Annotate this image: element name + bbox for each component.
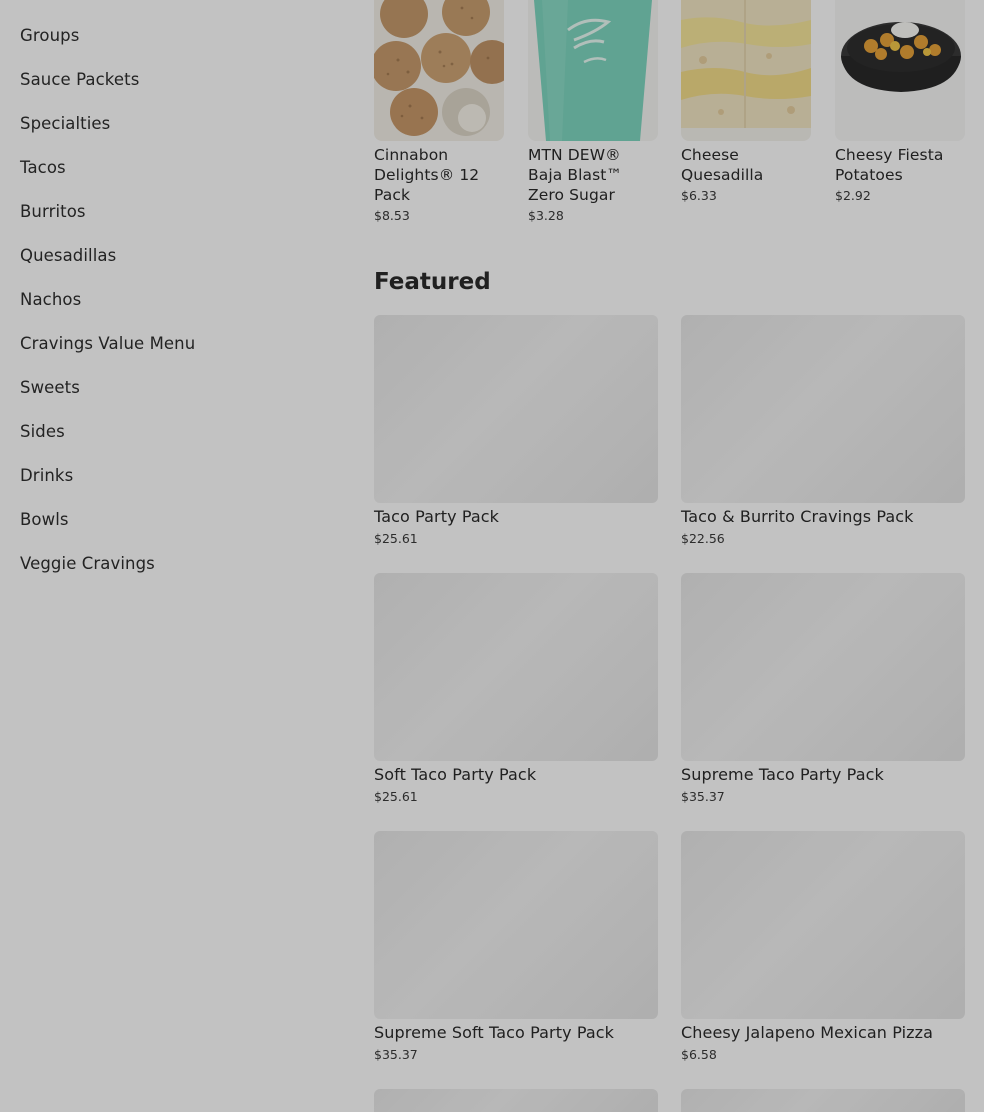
product-image-placeholder[interactable] — [374, 315, 658, 503]
product-image-placeholder[interactable] — [681, 315, 965, 503]
product-name[interactable]: Cheese Quesadilla — [681, 145, 811, 185]
product-card[interactable]: MTN DEW® Baja Blast™ Zero Sugar $3.28 — [528, 0, 658, 224]
product-card[interactable]: Cinnabon Delights® 12 Pack $8.53 — [374, 0, 504, 224]
product-name[interactable]: MTN DEW® Baja Blast™ Zero Sugar — [528, 145, 658, 205]
product-name[interactable]: Soft Taco Party Pack — [374, 765, 658, 785]
product-name[interactable]: Cheesy Fiesta Potatoes — [835, 145, 965, 185]
featured-card[interactable]: Taco Party Pack $25.61 — [374, 315, 658, 547]
product-price: $25.61 — [374, 531, 418, 546]
product-name[interactable]: Taco Party Pack — [374, 507, 658, 527]
sidebar-item-quesadillas[interactable]: Quesadillas — [20, 244, 320, 288]
product-price: $25.61 — [374, 789, 418, 804]
sidebar-item-veggie-cravings[interactable]: Veggie Cravings — [20, 552, 320, 596]
baja-blast-cup-image[interactable] — [528, 0, 658, 141]
featured-card[interactable]: Soft Taco Party Pack $25.61 — [374, 573, 658, 805]
sidebar-item-tacos[interactable]: Tacos — [20, 156, 320, 200]
cinnabon-delights-image[interactable] — [374, 0, 504, 141]
product-name[interactable]: Supreme Taco Party Pack — [681, 765, 965, 785]
product-price: $3.28 — [528, 208, 564, 223]
product-price: $35.37 — [681, 789, 725, 804]
product-price: $22.56 — [681, 531, 725, 546]
sidebar-item-nachos[interactable]: Nachos — [20, 288, 320, 332]
featured-card[interactable]: Supreme Taco Party Pack $35.37 — [681, 573, 965, 805]
product-card[interactable]: Cheesy Fiesta Potatoes $2.92 — [835, 0, 965, 204]
featured-card[interactable]: Cheesy Jalapeno Mexican Pizza $6.58 — [681, 831, 965, 1063]
product-image-placeholder[interactable] — [374, 831, 658, 1019]
featured-card[interactable] — [681, 1089, 965, 1112]
sidebar-item-burritos[interactable]: Burritos — [20, 200, 320, 244]
cheese-quesadilla-image[interactable] — [681, 0, 811, 141]
product-price: $8.53 — [374, 208, 410, 223]
product-name[interactable]: Supreme Soft Taco Party Pack — [374, 1023, 658, 1043]
category-sidebar: Groups Sauce Packets Specialties Tacos B… — [20, 24, 320, 596]
featured-heading: Featured — [374, 269, 491, 295]
menu-page: Groups Sauce Packets Specialties Tacos B… — [0, 0, 984, 1112]
product-price: $6.58 — [681, 1047, 717, 1062]
sidebar-item-specialties[interactable]: Specialties — [20, 112, 320, 156]
product-name[interactable]: Cinnabon Delights® 12 Pack — [374, 145, 504, 205]
sidebar-item-bowls[interactable]: Bowls — [20, 508, 320, 552]
product-price: $6.33 — [681, 188, 717, 203]
sidebar-item-sides[interactable]: Sides — [20, 420, 320, 464]
product-image-placeholder[interactable] — [681, 831, 965, 1019]
fiesta-potatoes-image[interactable] — [835, 0, 965, 141]
sidebar-item-sweets[interactable]: Sweets — [20, 376, 320, 420]
featured-card[interactable]: Supreme Soft Taco Party Pack $35.37 — [374, 831, 658, 1063]
product-image-placeholder[interactable] — [374, 573, 658, 761]
sidebar-item-groups[interactable]: Groups — [20, 24, 320, 68]
sidebar-item-drinks[interactable]: Drinks — [20, 464, 320, 508]
product-price: $2.92 — [835, 188, 871, 203]
product-price: $35.37 — [374, 1047, 418, 1062]
product-image-placeholder[interactable] — [374, 1089, 658, 1112]
product-image-placeholder[interactable] — [681, 1089, 965, 1112]
featured-card[interactable] — [374, 1089, 658, 1112]
product-card[interactable]: Cheese Quesadilla $6.33 — [681, 0, 811, 204]
featured-card[interactable]: Taco & Burrito Cravings Pack $22.56 — [681, 315, 965, 547]
sidebar-item-sauce-packets[interactable]: Sauce Packets — [20, 68, 320, 112]
product-image-placeholder[interactable] — [681, 573, 965, 761]
product-name[interactable]: Taco & Burrito Cravings Pack — [681, 507, 965, 527]
top-products-row: Cinnabon Delights® 12 Pack $8.53 MTN DEW… — [374, 0, 965, 240]
sidebar-item-cravings-value-menu[interactable]: Cravings Value Menu — [20, 332, 320, 376]
product-name[interactable]: Cheesy Jalapeno Mexican Pizza — [681, 1023, 965, 1043]
